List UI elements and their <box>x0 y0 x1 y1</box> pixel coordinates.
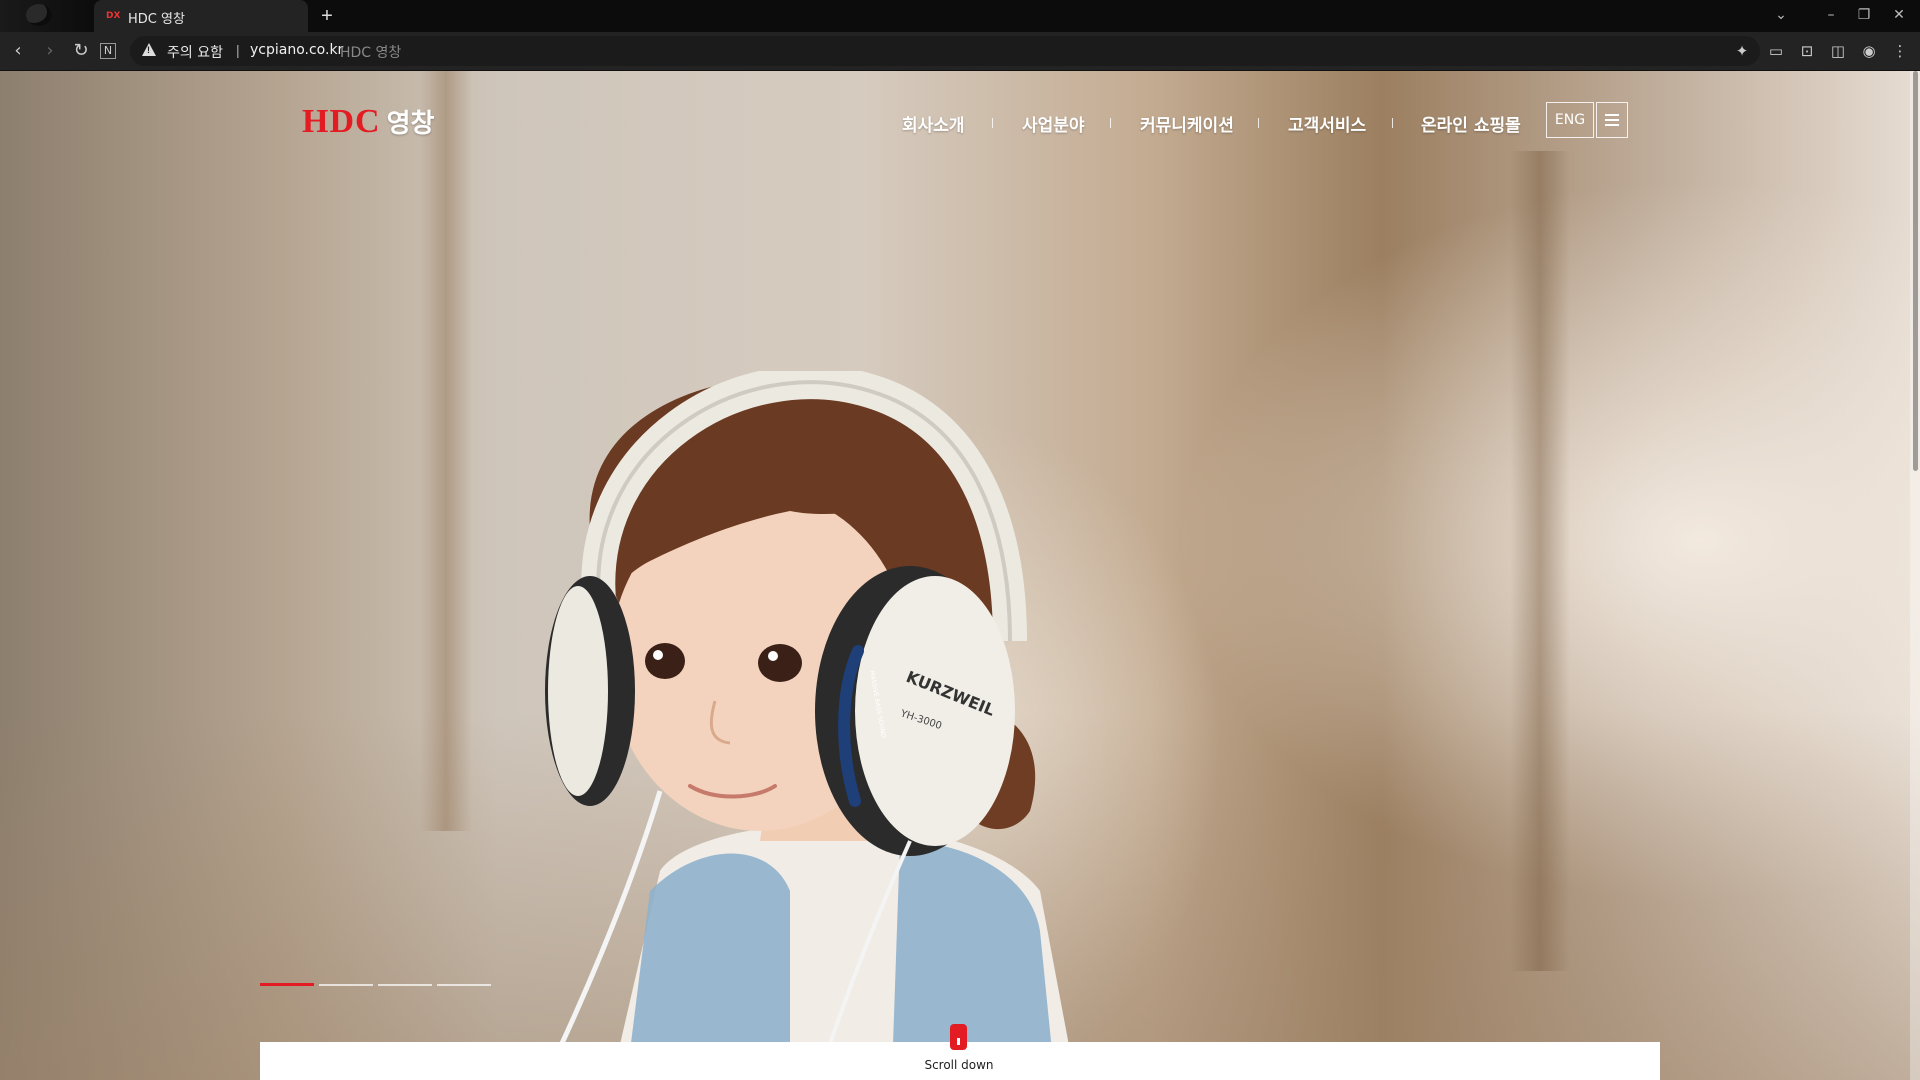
back-icon[interactable]: ‹ <box>6 39 30 63</box>
close-window-icon[interactable]: ✕ <box>1884 4 1914 26</box>
address-separator: | <box>236 42 240 58</box>
logo-brand-text: HDC <box>302 103 381 140</box>
restore-icon[interactable]: ❐ <box>1849 4 1879 26</box>
address-bar[interactable]: 주의 요함 | ycpiano.co.kr HDC 영창 ✦ <box>130 36 1760 66</box>
browser-tab-active[interactable]: DX HDC 영창 <box>94 0 308 32</box>
nav-divider <box>1258 118 1259 128</box>
nav-divider <box>992 118 993 128</box>
profile-icon[interactable]: ◉ <box>1859 41 1879 61</box>
screenshot-icon[interactable]: ⊡ <box>1797 41 1817 61</box>
tab-search-icon[interactable]: ⌄ <box>1766 4 1796 26</box>
nav-item-communication[interactable]: 커뮤니케이션 <box>1140 111 1234 136</box>
reload-icon[interactable]: ↻ <box>69 39 93 63</box>
scroll-down-label[interactable]: Scroll down <box>900 1058 1018 1072</box>
more-icon[interactable]: ⋮ <box>1890 41 1910 61</box>
slide-indicator-4[interactable] <box>437 984 491 986</box>
slide-indicator-1[interactable] <box>260 983 314 986</box>
scroll-mouse-icon[interactable] <box>950 1024 967 1050</box>
warning-icon <box>142 43 156 56</box>
reader-mode-icon[interactable]: N <box>100 43 116 59</box>
url-text[interactable]: ycpiano.co.kr <box>250 42 343 58</box>
hamburger-menu-icon[interactable] <box>1596 102 1628 138</box>
slide-indicator-3[interactable] <box>378 984 432 986</box>
cast-icon[interactable]: ▭ <box>1766 41 1786 61</box>
nav-item-company[interactable]: 회사소개 <box>902 111 965 136</box>
nav-item-online-shop[interactable]: 온라인 쇼핑몰 <box>1421 111 1521 136</box>
new-tab-button[interactable]: + <box>316 5 338 27</box>
browser-tab-strip: DX HDC 영창 + ⌄ – ❐ ✕ <box>0 0 1920 32</box>
slide-indicator-2[interactable] <box>319 984 373 986</box>
language-eng-button[interactable]: ENG <box>1546 102 1594 138</box>
nav-item-business[interactable]: 사업분야 <box>1022 111 1085 136</box>
page-scrollbar[interactable] <box>1910 71 1920 1080</box>
nav-divider <box>1110 118 1111 128</box>
nav-item-customer-service[interactable]: 고객서비스 <box>1288 111 1366 136</box>
site-logo[interactable]: HDC 영창 <box>302 103 434 143</box>
hero-child-image: KURZWEIL YH-3000 MASSIVE BASS SOUND <box>542 371 1076 1080</box>
url-page-title: HDC 영창 <box>340 45 402 61</box>
scrollbar-thumb[interactable] <box>1913 71 1918 471</box>
logo-korean-text: 영창 <box>386 109 435 139</box>
background-chair <box>1510 151 1570 971</box>
site-favicon-icon: DX <box>106 11 121 21</box>
tab-strip-decoration <box>0 0 94 32</box>
background-door-frame <box>420 71 472 831</box>
extensions-icon[interactable]: ✦ <box>1732 41 1752 61</box>
minimize-icon[interactable]: – <box>1816 4 1846 26</box>
split-view-icon[interactable]: ◫ <box>1828 41 1848 61</box>
browser-toolbar: ‹ › ↻ N 주의 요함 | ycpiano.co.kr HDC 영창 ✦ ▭… <box>0 32 1920 71</box>
hero-section: KURZWEIL YH-3000 MASSIVE BASS SOUND HDC 영… <box>0 71 1920 1080</box>
forward-icon[interactable]: › <box>38 39 62 63</box>
nav-divider <box>1392 118 1393 128</box>
tab-title: HDC 영창 <box>128 12 185 27</box>
security-status[interactable]: 주의 요함 <box>167 42 223 62</box>
